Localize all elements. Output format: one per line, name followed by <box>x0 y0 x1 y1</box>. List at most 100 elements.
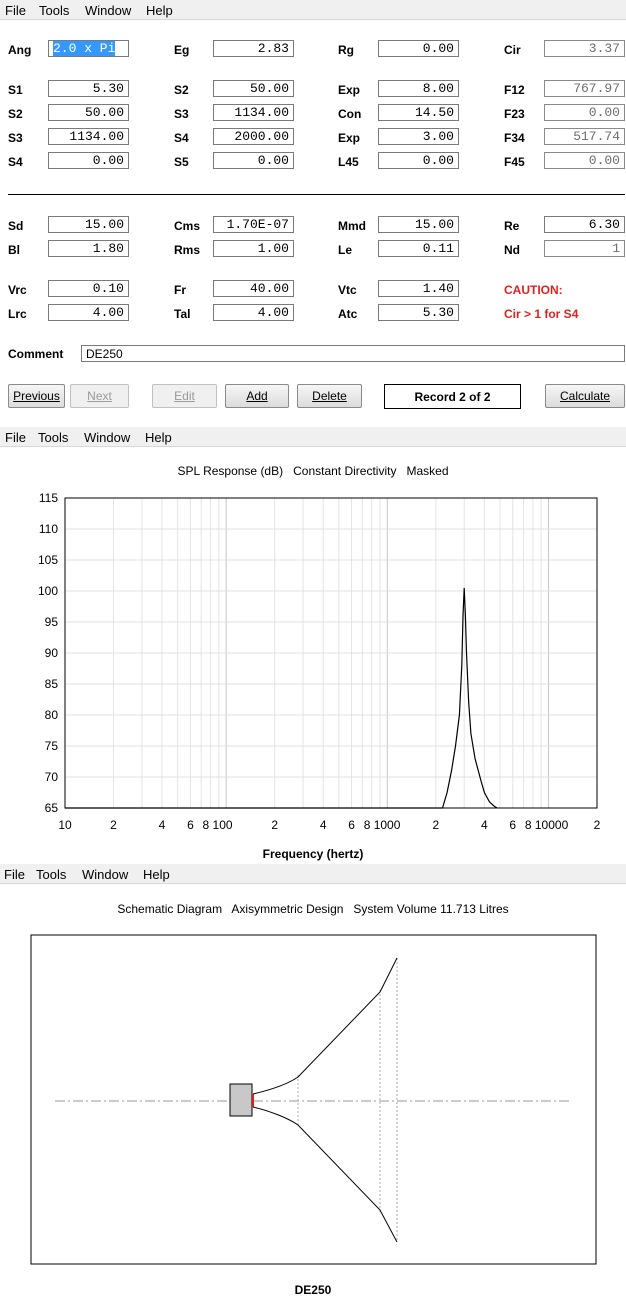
menu-file[interactable]: File <box>5 3 26 18</box>
menu-bar-1: File Tools Window Help <box>0 0 626 20</box>
label-f23: F23 <box>504 107 525 121</box>
field-exp[interactable]: 8.00 <box>378 80 459 97</box>
field-cms[interactable]: 1.70E-07 <box>213 216 294 233</box>
calculate-button[interactable]: Calculate <box>545 384 625 408</box>
menu-help[interactable]: Help <box>145 430 172 445</box>
label-rg: Rg <box>338 43 354 57</box>
menu-window[interactable]: Window <box>84 430 130 445</box>
menu-file[interactable]: File <box>4 867 25 882</box>
spl-chart: 1151101051009590858075706510 2 4 6 8 100 2 4 6 8… <box>38 491 601 832</box>
menu-bar-2: File Tools Window Help <box>0 427 626 447</box>
label-cms: Cms <box>174 219 201 233</box>
field-eg[interactable]: 2.83 <box>213 40 294 57</box>
field-exp[interactable]: 3.00 <box>378 128 459 145</box>
label-rms: Rms <box>174 243 201 257</box>
field-con[interactable]: 14.50 <box>378 104 459 121</box>
field-fr[interactable]: 40.00 <box>213 280 294 297</box>
field-f34[interactable]: 517.74 <box>544 128 625 145</box>
field-f23[interactable]: 0.00 <box>544 104 625 121</box>
label-con: Con <box>338 107 362 121</box>
field-s4[interactable]: 0.00 <box>48 152 129 169</box>
label-eg: Eg <box>174 43 190 57</box>
label-atc: Atc <box>338 307 358 321</box>
y-tick-label: 80 <box>45 708 59 722</box>
x-axis-label: Frequency (hertz) <box>262 847 364 861</box>
driver-block <box>229 1083 253 1117</box>
schematic-title: Schematic Diagram Axisymmetric Design Sy… <box>117 902 509 916</box>
field-re[interactable]: 6.30 <box>544 216 625 233</box>
field-bl[interactable]: 1.80 <box>48 240 129 257</box>
y-tick-label: 65 <box>45 801 59 815</box>
caution-message: Cir > 1 for S4 <box>504 307 579 321</box>
y-tick-label: 100 <box>38 584 58 598</box>
x-tick-label: 2 <box>271 818 278 832</box>
x-tick-label: 6 <box>348 818 355 832</box>
label-sd: Sd <box>8 219 24 233</box>
field-nd[interactable]: 1 <box>544 240 625 257</box>
field-rg[interactable]: 0.00 <box>378 40 459 57</box>
edit-button[interactable]: Edit <box>152 384 217 408</box>
label-s1: S1 <box>8 83 23 97</box>
field-mmd[interactable]: 15.00 <box>378 216 459 233</box>
comment-label: Comment <box>8 347 64 361</box>
field-tal[interactable]: 4.00 <box>213 304 294 321</box>
field-ang[interactable]: 2.0 x Pi <box>48 40 129 57</box>
field-s3[interactable]: 1134.00 <box>48 128 129 145</box>
label-s2: S2 <box>8 107 23 121</box>
label-s3: S3 <box>174 107 189 121</box>
field-s3[interactable]: 1134.00 <box>213 104 294 121</box>
label-tal: Tal <box>174 307 191 321</box>
field-s1[interactable]: 5.30 <box>48 80 129 97</box>
label-ang: Ang <box>8 43 32 57</box>
menu-tools[interactable]: Tools <box>39 3 69 18</box>
menu-window[interactable]: Window <box>82 867 128 882</box>
menu-file[interactable]: File <box>5 430 26 445</box>
field-cir[interactable]: 3.37 <box>544 40 625 57</box>
field-lrc[interactable]: 4.00 <box>48 304 129 321</box>
field-vrc[interactable]: 0.10 <box>48 280 129 297</box>
label-nd: Nd <box>504 243 520 257</box>
record-indicator: Record 2 of 2 <box>384 384 521 409</box>
label-exp: Exp <box>338 131 361 145</box>
field-l45[interactable]: 0.00 <box>378 152 459 169</box>
x-tick-label: 2 <box>594 818 601 832</box>
next-button[interactable]: Next <box>70 384 129 408</box>
field-s2[interactable]: 50.00 <box>48 104 129 121</box>
y-tick-label: 85 <box>45 677 59 691</box>
x-tick-label: 6 <box>509 818 516 832</box>
field-sd[interactable]: 15.00 <box>48 216 129 233</box>
previous-button[interactable]: Previous <box>8 384 65 408</box>
menu-tools[interactable]: Tools <box>36 867 66 882</box>
x-tick-label: 2 <box>432 818 439 832</box>
menu-help[interactable]: Help <box>146 3 173 18</box>
label-f34: F34 <box>504 131 525 145</box>
field-rms[interactable]: 1.00 <box>213 240 294 257</box>
add-button[interactable]: Add <box>225 384 289 408</box>
field-f12[interactable]: 767.97 <box>544 80 625 97</box>
menu-help[interactable]: Help <box>143 867 170 882</box>
label-s4: S4 <box>8 155 23 169</box>
menu-tools[interactable]: Tools <box>38 430 68 445</box>
y-tick-label: 115 <box>39 491 58 505</box>
field-f45[interactable]: 0.00 <box>544 152 625 169</box>
delete-button[interactable]: Delete <box>297 384 362 408</box>
schematic-frame <box>30 934 597 1265</box>
y-tick-label: 70 <box>45 770 59 784</box>
field-atc[interactable]: 5.30 <box>378 304 459 321</box>
field-s4[interactable]: 2000.00 <box>213 128 294 145</box>
label-l45: L45 <box>338 155 359 169</box>
x-tick-label: 8 10000 <box>525 818 569 832</box>
y-tick-label: 110 <box>39 522 58 536</box>
field-le[interactable]: 0.11 <box>378 240 459 257</box>
parameter-form: Ang 2.0 x Pi Eg 2.83 Rg 0.00 Cir 3.37 S1 5.30 S2 50… <box>0 20 626 428</box>
label-vtc: Vtc <box>338 283 357 297</box>
label-le: Le <box>338 243 353 257</box>
comment-field[interactable]: DE250 <box>81 345 625 362</box>
menu-bar-3: File Tools Window Help <box>0 864 626 884</box>
field-s2[interactable]: 50.00 <box>213 80 294 97</box>
label-s4: S4 <box>174 131 189 145</box>
menu-window[interactable]: Window <box>85 3 131 18</box>
field-s5[interactable]: 0.00 <box>213 152 294 169</box>
label-s2: S2 <box>174 83 189 97</box>
field-vtc[interactable]: 1.40 <box>378 280 459 297</box>
